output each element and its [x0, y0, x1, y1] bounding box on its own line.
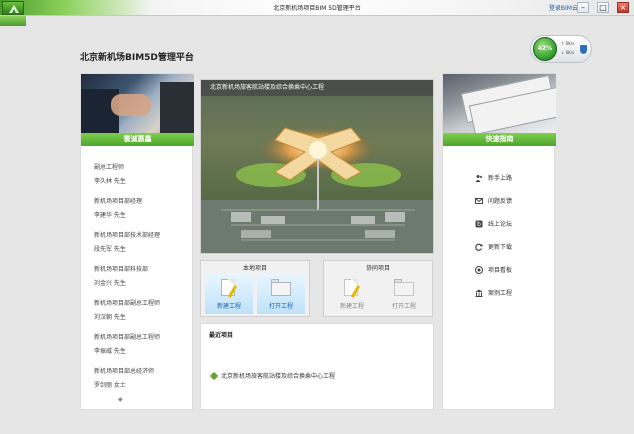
menu-tab[interactable] — [0, 16, 26, 26]
guide-label: 更新下载 — [488, 244, 513, 251]
svg-text:b: b — [477, 221, 481, 228]
collab-projects-title: 协同项目 — [365, 265, 390, 272]
guide-item-getting-started[interactable]: 新手上路 — [475, 166, 555, 189]
collab-open-project-button[interactable]: 打开工程 — [380, 274, 428, 314]
list-item: 新机场项目部经理 李建华 先生 — [94, 196, 189, 230]
building-icon — [475, 289, 483, 297]
list-item: 副总工程师 李久林 先生 — [94, 162, 189, 196]
contact-name: 李久林 先生 — [94, 178, 126, 185]
guide-label: 线上论坛 — [488, 221, 513, 228]
contact-role: 新机场项目部副总工程师 — [94, 334, 161, 341]
download-speed: ↓ 0K/s — [561, 50, 575, 55]
guide-label: 问题反馈 — [488, 198, 513, 205]
project-board-icon — [475, 265, 483, 274]
quick-guide-header: 快速指南 — [443, 133, 556, 146]
window-title: 北京新机场项目BIM 5D管理平台 — [273, 5, 361, 12]
project-icon — [209, 371, 219, 380]
hero-caption: 北京新机场旅客航站楼及综合换乘中心工程 — [201, 80, 433, 96]
person-right-shape — [160, 82, 194, 133]
shield-icon — [579, 44, 588, 55]
guide-label: 项目看板 — [488, 267, 513, 274]
handshake-image — [81, 74, 194, 133]
recent-project-label: 北京新机场旅客航站楼及综合换乘中心工程 — [221, 373, 336, 380]
forum-icon: b — [475, 220, 483, 228]
airport-aerial-illustration — [201, 80, 433, 253]
guide-item-feedback[interactable]: 问题反馈 — [475, 189, 555, 212]
contact-role: 新机场项目部经理 — [94, 198, 143, 205]
maximize-button[interactable]: □ — [597, 2, 609, 13]
contact-name: 李建华 先生 — [94, 212, 126, 219]
list-item: 新机场项目部总经济师 罗剑丽 女士 — [94, 366, 189, 400]
project-hero-image[interactable]: 北京新机场旅客航站楼及综合换乘中心工程 — [200, 79, 434, 254]
contact-name: 刘金兴 先生 — [94, 280, 126, 287]
local-open-project-button[interactable]: 打开工程 — [257, 274, 305, 314]
folder-icon — [394, 282, 414, 296]
local-projects-box: 本地项目 新建工程 打开工程 — [200, 260, 310, 317]
upload-speed-value: 0K/s — [565, 41, 575, 46]
contact-name: 李振威 先生 — [94, 348, 126, 355]
minimize-button[interactable]: – — [577, 2, 589, 13]
guide-label: 新手上路 — [488, 175, 513, 182]
guide-item-forum[interactable]: b 线上论坛 — [475, 212, 555, 235]
refresh-icon — [475, 243, 483, 251]
title-bar: 北京新机场项目BIM 5D管理平台 登录BIM云 – □ × — [0, 0, 634, 16]
list-item: 新机场项目部科技部 刘金兴 先生 — [94, 264, 189, 298]
mail-icon — [475, 197, 483, 205]
collab-projects-box: 协同项目 新建工程 打开工程 — [323, 260, 433, 317]
collab-new-project-label: 新建工程 — [339, 303, 364, 310]
collab-new-project-button[interactable]: 新建工程 — [328, 274, 376, 314]
download-speed-value: 0K/s — [565, 50, 575, 55]
contact-role: 新机场项目部技术部经理 — [94, 232, 161, 239]
local-new-project-button[interactable]: 新建工程 — [205, 274, 253, 314]
page-title: 北京新机场BIM5D管理平台 — [80, 53, 194, 63]
users-icon — [475, 174, 483, 182]
memory-usage-gauge: 42% — [533, 37, 557, 61]
guide-item-case-projects[interactable]: 案例工程 — [475, 281, 555, 304]
quick-guide-panel: 快速指南 新手上路 问题反馈 b 线上论坛 更新下载 项目看板 案例工程 — [442, 73, 556, 410]
login-bim-cloud-link[interactable]: 登录BIM云 — [549, 3, 578, 12]
contact-role: 新机场项目部总经济师 — [94, 368, 155, 375]
recent-projects-title: 最近项目 — [209, 332, 234, 339]
folder-icon — [271, 282, 291, 296]
collab-open-project-label: 打开工程 — [391, 303, 416, 310]
documents-image — [443, 74, 556, 133]
list-item: 新机场项目部副总工程师 李振威 先生 — [94, 332, 189, 366]
contact-role: 新机场项目部副总工程师 — [94, 300, 161, 307]
local-new-project-label: 新建工程 — [216, 303, 241, 310]
guide-list: 新手上路 问题反馈 b 线上论坛 更新下载 项目看板 案例工程 — [475, 166, 555, 304]
recent-project-item[interactable]: 北京新机场旅客航站楼及综合换乘中心工程 — [209, 371, 336, 380]
local-projects-title: 本地项目 — [242, 265, 267, 272]
local-open-project-label: 打开工程 — [268, 303, 293, 310]
list-item: 新机场项目部技术部经理 段先军 先生 — [94, 230, 189, 264]
guide-item-project-board[interactable]: 项目看板 — [475, 258, 555, 281]
recent-projects-panel: 最近项目 北京新机场旅客航站楼及综合换乘中心工程 — [200, 323, 434, 410]
network-speed-widget[interactable]: 42% ↑ 0K/s ↓ 0K/s — [530, 35, 592, 63]
guide-item-update-download[interactable]: 更新下载 — [475, 235, 555, 258]
close-button[interactable]: × — [617, 2, 629, 13]
contacts-header: 寰诚惠鑫 — [81, 133, 194, 146]
contact-name: 段先军 先生 — [94, 246, 126, 253]
contact-list: 副总工程师 李久林 先生 新机场项目部经理 李建华 先生 新机场项目部技术部经理… — [94, 162, 189, 400]
list-item: 新机场项目部副总工程师 刘汉朝 先生 — [94, 298, 189, 332]
handshake-shape — [111, 94, 151, 116]
contact-name: 刘汉朝 先生 — [94, 314, 126, 321]
contact-role: 副总工程师 — [94, 164, 125, 171]
contact-name: 罗剑丽 女士 — [94, 382, 126, 389]
upload-speed: ↑ 0K/s — [561, 41, 575, 46]
guide-label: 案例工程 — [488, 290, 513, 297]
contact-role: 新机场项目部科技部 — [94, 266, 149, 273]
